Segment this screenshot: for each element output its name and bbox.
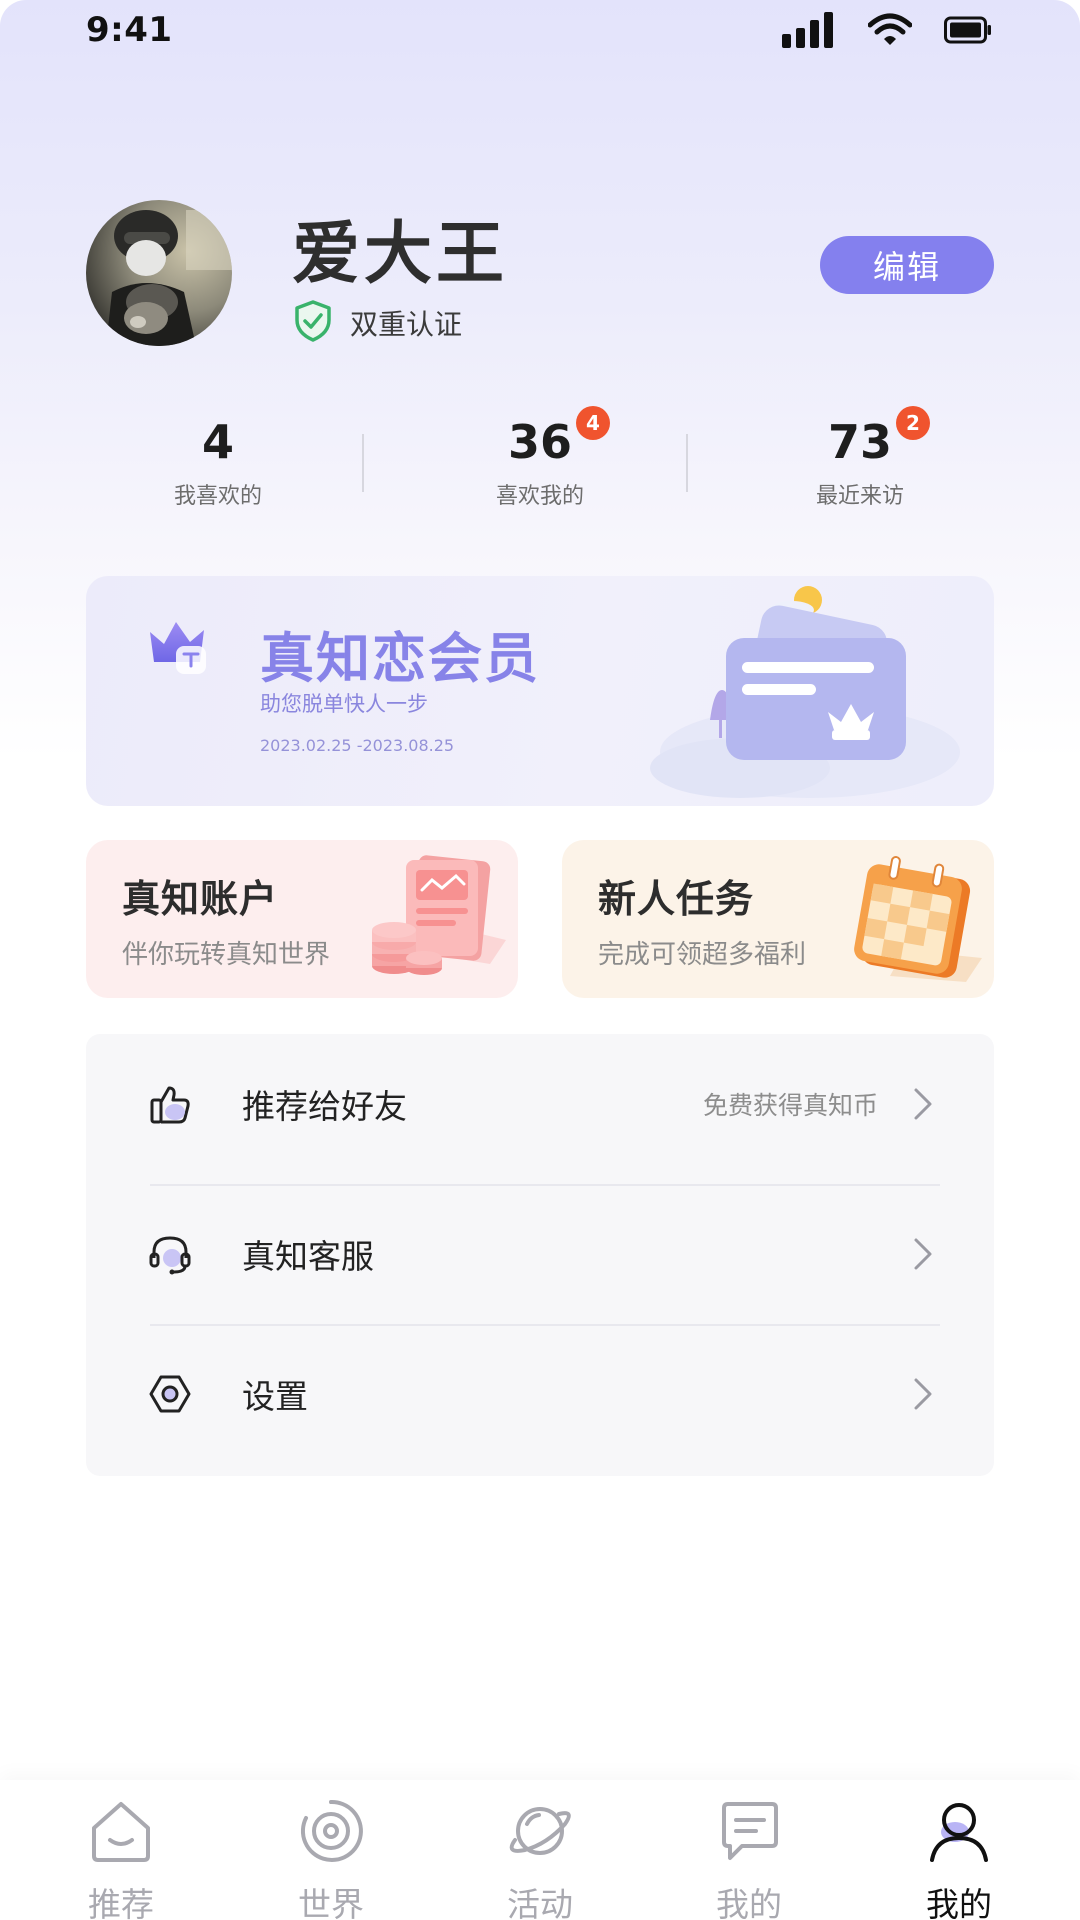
card-title: 真知账户 bbox=[122, 877, 279, 921]
menu-item-customer-service[interactable]: 真知客服 bbox=[86, 1186, 994, 1322]
stat-value: 73 2 bbox=[828, 406, 930, 474]
chevron-right-icon bbox=[912, 1236, 934, 1272]
thumbs-up-icon bbox=[148, 1082, 192, 1126]
card-title: 新人任务 bbox=[598, 877, 755, 921]
vip-dates: 2023.02.25 -2023.08.25 bbox=[260, 736, 455, 755]
account-card[interactable]: 真知账户 伴你玩转真知世界 bbox=[86, 840, 518, 998]
tab-recommend[interactable]: 推荐 bbox=[51, 1798, 191, 1920]
chevron-right-icon bbox=[912, 1376, 934, 1412]
tab-label: 活动 bbox=[507, 1885, 573, 1920]
stat-recent-visitors[interactable]: 73 2 最近来访 bbox=[760, 406, 960, 510]
tab-profile[interactable]: 我的 bbox=[889, 1798, 1029, 1920]
stat-label: 最近来访 bbox=[815, 484, 904, 509]
world-icon bbox=[298, 1798, 364, 1864]
newbie-task-card[interactable]: 新人任务 完成可领超多福利 bbox=[562, 840, 994, 998]
chevron-right-icon bbox=[912, 1086, 934, 1122]
vip-card-illustration bbox=[630, 580, 970, 806]
tab-world[interactable]: 世界 bbox=[261, 1798, 401, 1920]
stat-divider bbox=[686, 434, 688, 492]
tab-messages[interactable]: 我的 bbox=[679, 1798, 819, 1920]
stat-label: 我喜欢的 bbox=[173, 484, 262, 509]
stat-value: 36 4 bbox=[508, 406, 610, 474]
edit-button[interactable]: 编辑 bbox=[820, 236, 994, 294]
status-icons bbox=[782, 10, 992, 50]
tab-label: 我的 bbox=[926, 1885, 992, 1920]
stat-liked-me[interactable]: 36 4 喜欢我的 bbox=[440, 406, 640, 510]
menu-item-settings[interactable]: 设置 bbox=[86, 1326, 994, 1462]
tab-activity[interactable]: 活动 bbox=[470, 1798, 610, 1920]
status-bar: 9:41 bbox=[0, 0, 1080, 60]
crown-icon bbox=[146, 616, 210, 682]
tab-bar: 推荐 世界 活动 我的 我的 bbox=[0, 1780, 1080, 1920]
menu-item-recommend-friends[interactable]: 推荐给好友 免费获得真知币 bbox=[86, 1036, 994, 1172]
stats-row: 4 我喜欢的 36 4 喜欢我的 73 2 最近来访 bbox=[86, 406, 994, 520]
vip-title: 真知恋会员 bbox=[260, 626, 540, 690]
menu-label: 设置 bbox=[242, 1377, 308, 1416]
calendar-icon bbox=[854, 854, 982, 990]
home-icon bbox=[88, 1798, 154, 1864]
tab-label: 推荐 bbox=[88, 1885, 154, 1920]
verification-row: 双重认证 bbox=[294, 300, 462, 346]
verification-label: 双重认证 bbox=[350, 308, 463, 341]
stat-value: 4 bbox=[201, 415, 234, 469]
card-subtitle: 完成可领超多福利 bbox=[598, 940, 807, 970]
planet-icon bbox=[507, 1798, 573, 1864]
menu-hint: 免费获得真知币 bbox=[702, 1091, 878, 1120]
tab-label: 世界 bbox=[298, 1885, 364, 1920]
profile-screen: 9:41 爱大王 双重认证 编辑 4 我喜欢的 36 4 喜欢我的 73 2 最… bbox=[0, 0, 1080, 1920]
menu-label: 真知客服 bbox=[242, 1237, 374, 1276]
vip-subtitle: 助您脱单快人一步 bbox=[260, 692, 428, 716]
menu-label: 推荐给好友 bbox=[242, 1087, 407, 1126]
stat-divider bbox=[362, 434, 364, 492]
vip-banner[interactable]: 真知恋会员 助您脱单快人一步 2023.02.25 -2023.08.25 bbox=[86, 576, 994, 806]
notification-badge: 4 bbox=[576, 406, 610, 440]
battery-icon bbox=[944, 16, 992, 44]
notification-badge: 2 bbox=[896, 406, 930, 440]
settings-icon bbox=[148, 1372, 192, 1416]
card-subtitle: 伴你玩转真知世界 bbox=[122, 940, 331, 970]
wifi-icon bbox=[868, 13, 912, 47]
avatar[interactable] bbox=[86, 200, 232, 346]
signal-icon bbox=[782, 12, 836, 48]
shield-check-icon bbox=[294, 300, 332, 346]
status-time: 9:41 bbox=[86, 10, 173, 50]
headset-icon bbox=[148, 1232, 192, 1276]
username: 爱大王 bbox=[292, 215, 509, 294]
account-icon bbox=[370, 854, 506, 984]
message-icon bbox=[716, 1798, 782, 1864]
stat-label: 喜欢我的 bbox=[495, 484, 584, 509]
stat-i-like[interactable]: 4 我喜欢的 bbox=[118, 410, 318, 510]
menu-list: 推荐给好友 免费获得真知币 真知客服 设置 bbox=[86, 1034, 994, 1476]
tab-label: 我的 bbox=[716, 1885, 782, 1920]
profile-icon bbox=[926, 1798, 992, 1864]
